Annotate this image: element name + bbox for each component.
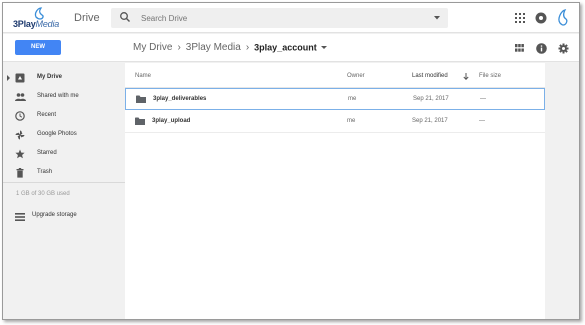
breadcrumb-my-drive[interactable]: My Drive bbox=[133, 42, 172, 53]
expand-arrow-icon[interactable] bbox=[7, 75, 10, 81]
sidebar-item-recent[interactable]: Recent bbox=[3, 107, 125, 125]
logo[interactable]: 3PlayMedia bbox=[13, 7, 73, 31]
sidebar-item-label: Google Photos bbox=[37, 131, 77, 137]
sidebar-item-google-photos[interactable]: Google Photos bbox=[3, 126, 125, 144]
chevron-right-icon: › bbox=[177, 42, 181, 53]
search-input[interactable] bbox=[141, 11, 401, 25]
sidebar-item-label: My Drive bbox=[37, 74, 63, 80]
logo-text: 3PlayMedia bbox=[13, 19, 60, 29]
file-modified: Sep 21, 2017 bbox=[412, 118, 448, 124]
sidebar-item-trash[interactable]: Trash bbox=[3, 164, 125, 182]
trash-icon bbox=[16, 168, 24, 178]
product-name: Drive bbox=[74, 12, 100, 24]
search-icon bbox=[120, 12, 130, 22]
folder-icon bbox=[135, 117, 145, 125]
drive-icon bbox=[15, 73, 25, 83]
file-size: — bbox=[479, 118, 485, 124]
new-button[interactable]: NEW bbox=[15, 40, 61, 55]
drive-window: 3PlayMedia Drive Search Drive NEW My Dri… bbox=[2, 2, 580, 320]
apps-grid-icon[interactable] bbox=[515, 13, 525, 23]
table-row[interactable]: 3play_upload me Sep 21, 2017 — bbox=[125, 111, 545, 133]
search-box[interactable] bbox=[111, 8, 448, 28]
sidebar-divider bbox=[3, 182, 125, 183]
file-owner: me bbox=[347, 118, 356, 124]
sidebar-item-shared-with-me[interactable]: Shared with me bbox=[3, 88, 125, 106]
sidebar-item-label: Starred bbox=[37, 150, 57, 156]
sort-arrow-down-icon[interactable] bbox=[463, 73, 469, 80]
file-name: 3play_deliverables bbox=[153, 96, 207, 102]
top-bar: 3PlayMedia Drive bbox=[3, 3, 579, 33]
sidebar-item-label: Recent bbox=[37, 112, 57, 118]
people-icon bbox=[15, 93, 26, 101]
chevron-down-icon[interactable] bbox=[320, 46, 327, 49]
upgrade-storage-label: Upgrade storage bbox=[32, 212, 77, 218]
column-header-name[interactable]: Name bbox=[135, 73, 151, 79]
breadcrumb: My Drive › 3Play Media › 3play_account bbox=[133, 42, 327, 53]
star-icon bbox=[15, 149, 25, 159]
storage-icon bbox=[15, 213, 25, 221]
sidebar-item-label: Shared with me bbox=[37, 93, 79, 99]
sidebar-item-label: Trash bbox=[37, 169, 53, 175]
settings-gear-icon[interactable] bbox=[558, 43, 569, 54]
chevron-right-icon: › bbox=[245, 42, 250, 53]
breadcrumb-3play-media[interactable]: 3Play Media bbox=[186, 42, 241, 53]
column-header-file-size[interactable]: File size bbox=[479, 73, 501, 79]
folder-icon bbox=[136, 95, 146, 103]
breadcrumb-current-folder[interactable]: 3play_account bbox=[254, 43, 317, 53]
column-header-owner[interactable]: Owner bbox=[347, 73, 365, 79]
upgrade-storage-link[interactable]: Upgrade storage bbox=[15, 211, 105, 223]
table-row[interactable]: 3play_deliverables me Sep 21, 2017 — bbox=[125, 88, 545, 110]
action-bar: NEW My Drive › 3Play Media › 3play_account bbox=[3, 34, 579, 62]
info-icon[interactable] bbox=[536, 43, 547, 54]
file-list: Name Owner Last modified File size 3play… bbox=[125, 63, 545, 319]
file-owner: me bbox=[348, 96, 357, 102]
sidebar-item-starred[interactable]: Starred bbox=[3, 145, 125, 163]
clock-icon bbox=[15, 111, 25, 121]
file-modified: Sep 21, 2017 bbox=[413, 96, 449, 102]
notifications-icon[interactable] bbox=[535, 12, 547, 24]
search-options-icon[interactable] bbox=[434, 16, 440, 20]
account-avatar-icon[interactable] bbox=[556, 9, 570, 26]
pinwheel-icon bbox=[15, 130, 25, 140]
file-size: — bbox=[480, 96, 486, 102]
sidebar: My Drive Shared with me Recent Google Ph… bbox=[3, 63, 125, 319]
sidebar-item-my-drive[interactable]: My Drive bbox=[3, 69, 125, 87]
grid-view-icon[interactable] bbox=[515, 44, 524, 52]
column-header-last-modified[interactable]: Last modified bbox=[412, 73, 448, 79]
storage-usage-text: 1 GB of 30 GB used bbox=[16, 191, 70, 197]
file-name: 3play_upload bbox=[152, 118, 191, 124]
